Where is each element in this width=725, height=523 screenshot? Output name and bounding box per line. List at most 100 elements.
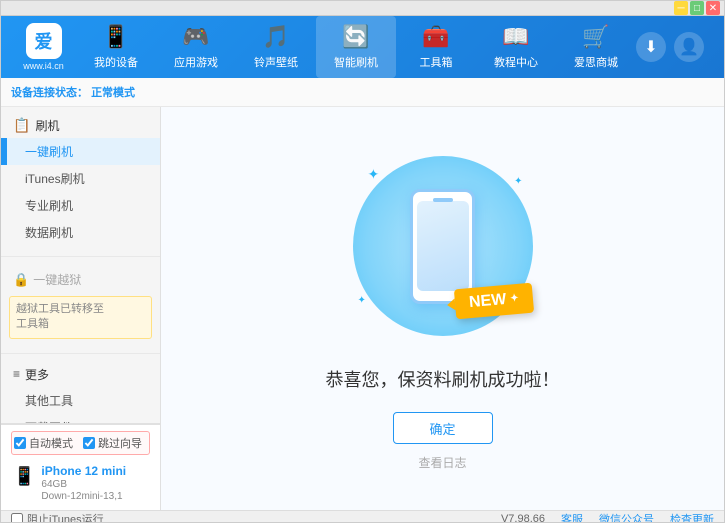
status-footer: 阻止iTunes运行 V7.98.66 客服 微信公众号 检查更新 <box>1 510 724 523</box>
status-value: 正常模式 <box>91 87 135 99</box>
sidebar-more-section: ≡ 更多 其他工具 下载固件 高级功能 <box>1 358 160 423</box>
divider-2 <box>1 353 160 354</box>
app-window: ─ □ ✕ 爱 www.i4.cn 📱 我的设备 🎮 应用游戏 🎵 铃声壁纸 <box>0 0 725 523</box>
skip-wizard-checkbox-label[interactable]: 跳过向导 <box>83 435 142 451</box>
nav-ringtones[interactable]: 🎵 铃声壁纸 <box>236 16 316 78</box>
divider-1 <box>1 256 160 257</box>
nav-smart-flash[interactable]: 🔄 智能刷机 <box>316 16 396 78</box>
nav-toolbox[interactable]: 🧰 工具箱 <box>396 16 476 78</box>
wechat-official-link[interactable]: 微信公众号 <box>599 511 654 523</box>
sidebar-item-data-flash[interactable]: 数据刷机 <box>1 219 160 246</box>
new-badge: NEW <box>454 283 534 320</box>
nav-my-device[interactable]: 📱 我的设备 <box>76 16 156 78</box>
checkbox-area: 自动模式 跳过向导 📱 iPhone 12 mini <box>1 424 160 510</box>
nav-smart-flash-label: 智能刷机 <box>334 54 378 70</box>
data-flash-label: 数据刷机 <box>25 226 73 240</box>
pro-flash-label: 专业刷机 <box>25 199 73 213</box>
jailbreak-lock-icon: 🔒 <box>13 272 29 288</box>
device-details: iPhone 12 mini 64GB Down-12mini-13,1 <box>41 464 126 502</box>
auto-mode-label: 自动模式 <box>29 435 73 451</box>
sidebar-footer: 自动模式 跳过向导 📱 iPhone 12 mini <box>1 423 160 510</box>
sidebar-flash-section: 📋 刷机 一键刷机 iTunes刷机 专业刷机 数 <box>1 107 160 252</box>
title-bar: ─ □ ✕ <box>1 1 724 16</box>
nav-tutorials-label: 教程中心 <box>494 54 538 70</box>
device-icon: 📱 <box>13 466 35 487</box>
toolbox-icon: 🧰 <box>422 24 449 50</box>
close-btn[interactable]: ✕ <box>706 1 720 15</box>
sidebar-item-pro-flash[interactable]: 专业刷机 <box>1 192 160 219</box>
header-right-buttons: ⬇ 👤 <box>636 32 704 62</box>
phone-screen <box>417 201 469 291</box>
download-firmware-label: 下载固件 <box>25 421 73 423</box>
sidebar-more-title: ≡ 更多 <box>1 362 160 387</box>
sidebar-item-other-tools[interactable]: 其他工具 <box>1 387 160 414</box>
logo-icon: 爱 <box>26 23 62 59</box>
logo-symbol: 爱 <box>35 28 53 54</box>
device-info: 📱 iPhone 12 mini 64GB Down-12mini-13,1 <box>11 460 150 506</box>
auto-mode-checkbox[interactable] <box>14 437 26 449</box>
flash-section-label: 刷机 <box>35 117 59 134</box>
sidebar-item-itunes-flash[interactable]: iTunes刷机 <box>1 165 160 192</box>
device-name: iPhone 12 mini <box>41 464 126 478</box>
view-log-link[interactable]: 查看日志 <box>418 454 466 471</box>
status-bar: 设备连接状态： 正常模式 <box>1 78 724 107</box>
phone-notch <box>433 198 453 202</box>
sidebar-jailbreak-section: 🔒 一键越狱 越狱工具已转移至工具箱 <box>1 261 160 349</box>
nav-ringtones-label: 铃声壁纸 <box>254 54 298 70</box>
main-area: 📋 刷机 一键刷机 iTunes刷机 专业刷机 数 <box>1 107 724 510</box>
logo-url: www.i4.cn <box>23 61 64 71</box>
tutorials-icon: 📖 <box>502 24 529 50</box>
checkbox-row: 自动模式 跳过向导 <box>11 431 150 455</box>
auto-mode-checkbox-label[interactable]: 自动模式 <box>14 435 73 451</box>
skip-wizard-label: 跳过向导 <box>98 435 142 451</box>
phone-body <box>410 189 475 304</box>
one-click-flash-label: 一键刷机 <box>25 145 73 159</box>
more-section-label: 更多 <box>25 366 49 383</box>
check-update-link[interactable]: 检查更新 <box>670 511 714 523</box>
apps-games-icon: 🎮 <box>182 24 209 50</box>
nav-my-device-label: 我的设备 <box>94 54 138 70</box>
nav-bar: 📱 我的设备 🎮 应用游戏 🎵 铃声壁纸 🔄 智能刷机 🧰 工具箱 📖 <box>76 16 636 78</box>
sidebar-scroll: 📋 刷机 一键刷机 iTunes刷机 专业刷机 数 <box>1 107 160 423</box>
footer-right: V7.98.66 客服 微信公众号 检查更新 <box>501 511 714 523</box>
content-area: ✦ ✦ ✦ NEW 恭喜您，保资料刷机成功啦！ 确定 查看日志 <box>161 107 724 510</box>
version-label: V7.98.66 <box>501 513 545 523</box>
download-btn[interactable]: ⬇ <box>636 32 666 62</box>
success-title: 恭喜您，保资料刷机成功啦！ <box>326 366 560 392</box>
minimize-btn[interactable]: ─ <box>674 1 688 15</box>
sidebar-flash-title: 📋 刷机 <box>1 113 160 138</box>
sparkle-2: ✦ <box>514 176 522 187</box>
ringtones-icon: 🎵 <box>262 24 289 50</box>
device-storage: 64GB <box>41 479 126 490</box>
nav-apps-games-label: 应用游戏 <box>174 54 218 70</box>
nav-tutorials[interactable]: 📖 教程中心 <box>476 16 556 78</box>
maximize-btn[interactable]: □ <box>690 1 704 15</box>
customer-service-link[interactable]: 客服 <box>561 511 583 523</box>
my-device-icon: 📱 <box>102 24 129 50</box>
sidebar: 📋 刷机 一键刷机 iTunes刷机 专业刷机 数 <box>1 107 161 510</box>
sidebar-full: 📋 刷机 一键刷机 iTunes刷机 专业刷机 数 <box>1 107 160 510</box>
status-label: 设备连接状态： <box>11 87 88 99</box>
stop-itunes-checkbox[interactable] <box>11 513 23 523</box>
nav-mall[interactable]: 🛒 爱思商城 <box>556 16 636 78</box>
itunes-flash-label: iTunes刷机 <box>25 172 85 186</box>
phone-illustration: ✦ ✦ ✦ NEW <box>343 146 543 346</box>
stop-itunes-label: 阻止iTunes运行 <box>27 511 104 523</box>
jailbreak-notice-text: 越狱工具已转移至工具箱 <box>16 303 104 330</box>
sidebar-item-download-firmware[interactable]: 下载固件 <box>1 414 160 423</box>
logo[interactable]: 爱 www.i4.cn <box>11 23 76 71</box>
smart-flash-icon: 🔄 <box>342 24 369 50</box>
account-btn[interactable]: 👤 <box>674 32 704 62</box>
skip-wizard-checkbox[interactable] <box>83 437 95 449</box>
footer-left: 阻止iTunes运行 <box>11 511 501 523</box>
more-section-icon: ≡ <box>13 367 20 381</box>
device-version: Down-12mini-13,1 <box>41 491 126 502</box>
confirm-button[interactable]: 确定 <box>393 412 493 444</box>
nav-toolbox-label: 工具箱 <box>420 54 453 70</box>
nav-mall-label: 爱思商城 <box>574 54 618 70</box>
nav-apps-games[interactable]: 🎮 应用游戏 <box>156 16 236 78</box>
flash-section-icon: 📋 <box>13 117 30 134</box>
mall-icon: 🛒 <box>582 24 609 50</box>
header: 爱 www.i4.cn 📱 我的设备 🎮 应用游戏 🎵 铃声壁纸 🔄 智能刷机 <box>1 16 724 78</box>
sidebar-item-one-click-flash[interactable]: 一键刷机 <box>1 138 160 165</box>
